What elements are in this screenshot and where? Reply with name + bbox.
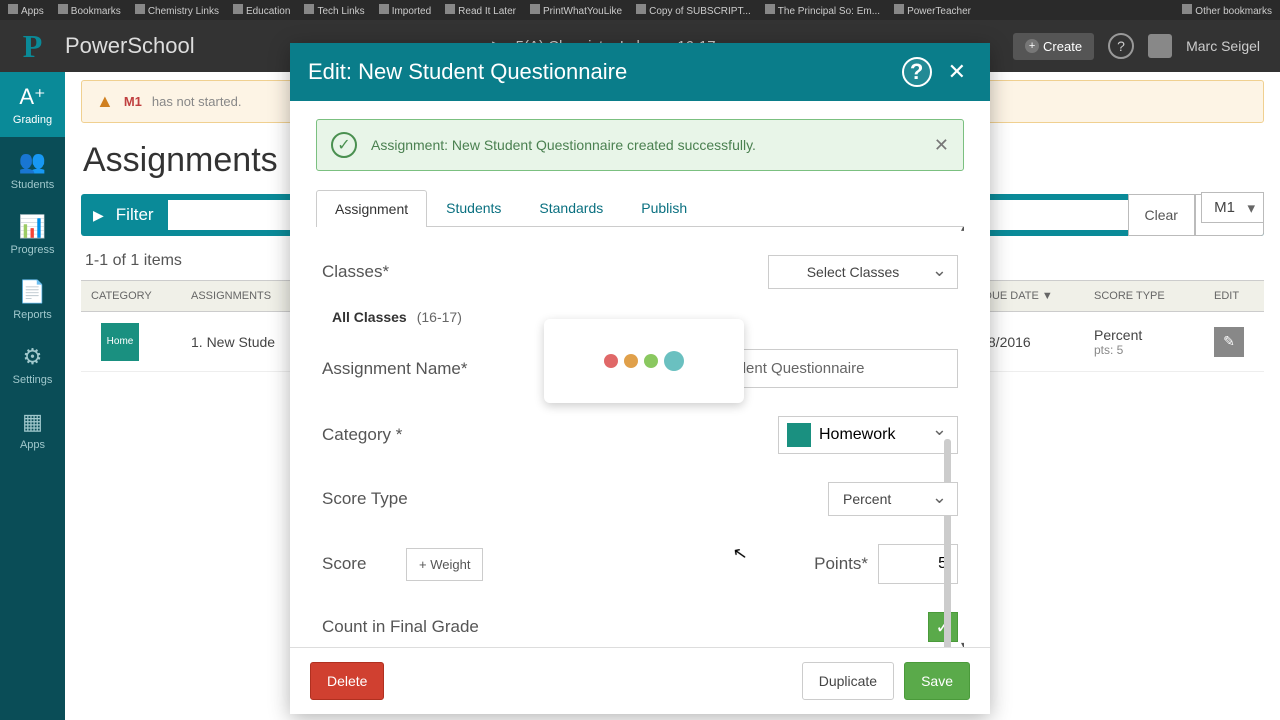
bm-other[interactable]: Other bookmarks (1182, 4, 1272, 17)
category-label: Category * (316, 425, 626, 445)
check-icon: ✓ (331, 132, 357, 158)
modal-header: Edit: New Student Questionnaire ? ✕ (290, 43, 990, 101)
grade-icon: A⁺ (19, 84, 45, 110)
warning-icon: ▲ (96, 91, 114, 112)
sidebar: A⁺Grading 👥Students 📊Progress 📄Reports ⚙… (0, 72, 65, 720)
bm[interactable]: Bookmarks (58, 4, 121, 17)
brand-name: PowerSchool (65, 33, 195, 59)
user-name[interactable]: Marc Seigel (1186, 38, 1260, 54)
form-scroll[interactable]: ▴ ▾ Classes* Select Classes All Classes(… (316, 227, 964, 647)
score-type-dropdown[interactable]: Percent (828, 482, 958, 516)
bm-apps[interactable]: Apps (8, 4, 44, 17)
success-banner: ✓ Assignment: New Student Questionnaire … (316, 119, 964, 171)
bm[interactable]: PowerTeacher (894, 4, 971, 17)
dot-icon (664, 351, 684, 371)
col-edit: EDIT (1204, 290, 1264, 302)
delete-button[interactable]: Delete (310, 662, 384, 700)
edit-modal: Edit: New Student Questionnaire ? ✕ ✓ As… (290, 43, 990, 714)
count-final-label: Count in Final Grade (316, 617, 626, 637)
save-button[interactable]: Save (904, 662, 970, 700)
bm[interactable]: Tech Links (304, 4, 364, 17)
add-weight-button[interactable]: + Weight (406, 548, 483, 581)
due-date: /8/2016 (974, 334, 1084, 350)
success-text: Assignment: New Student Questionnaire cr… (371, 137, 920, 153)
sidebar-item-apps[interactable]: ▦Apps (0, 397, 65, 462)
clear-button[interactable]: Clear (1128, 194, 1195, 236)
apps-icon: ▦ (22, 409, 43, 435)
gear-icon: ⚙ (23, 344, 43, 370)
bm[interactable]: Imported (379, 4, 431, 17)
tab-assignment[interactable]: Assignment (316, 190, 427, 227)
tab-standards[interactable]: Standards (520, 189, 622, 226)
dismiss-icon[interactable]: ✕ (934, 135, 949, 156)
bookmark-bar: Apps Bookmarks Chemistry Links Education… (0, 0, 1280, 20)
col-score[interactable]: SCORE TYPE (1084, 290, 1204, 302)
modal-title: Edit: New Student Questionnaire (308, 59, 902, 85)
sidebar-item-grading[interactable]: A⁺Grading (0, 72, 65, 137)
alert-code: M1 (124, 94, 142, 109)
filter-label: Filter (116, 205, 168, 225)
sidebar-item-students[interactable]: 👥Students (0, 137, 65, 202)
select-classes-dropdown[interactable]: Select Classes (768, 255, 958, 289)
bm[interactable]: The Principal So: Em... (765, 4, 880, 17)
user-avatar-icon[interactable] (1148, 34, 1172, 58)
score-label: Score (316, 554, 406, 574)
category-dropdown[interactable]: Homework (778, 416, 958, 454)
category-badge: Home (101, 323, 139, 361)
logo[interactable]: P (0, 28, 65, 65)
bm[interactable]: PrintWhatYouLike (530, 4, 622, 17)
sidebar-item-progress[interactable]: 📊Progress (0, 202, 65, 267)
help-icon[interactable]: ? (1108, 33, 1134, 59)
category-swatch (787, 423, 811, 447)
bm[interactable]: Read It Later (445, 4, 516, 17)
bm[interactable]: Education (233, 4, 290, 17)
scroll-down-icon[interactable]: ▾ (961, 640, 964, 647)
create-button[interactable]: +Create (1013, 33, 1094, 60)
tab-students[interactable]: Students (427, 189, 520, 226)
duplicate-button[interactable]: Duplicate (802, 662, 894, 700)
filter-expand-icon[interactable]: ▶ (81, 207, 116, 224)
modal-tabs: Assignment Students Standards Publish (316, 189, 964, 227)
progress-icon: 📊 (19, 214, 46, 240)
bm[interactable]: Chemistry Links (135, 4, 219, 17)
bm[interactable]: Copy of SUBSCRIPT... (636, 4, 751, 17)
score-type-label: Score Type (316, 489, 626, 509)
points-label: Points* (814, 554, 868, 574)
score-type: Percentpts: 5 (1084, 327, 1204, 357)
modal-help-icon[interactable]: ? (902, 57, 932, 87)
scrollbar[interactable] (944, 439, 951, 647)
sidebar-item-reports[interactable]: 📄Reports (0, 267, 65, 332)
scroll-up-icon[interactable]: ▴ (961, 227, 964, 234)
classes-label: Classes* (316, 262, 626, 282)
reports-icon: 📄 (19, 279, 46, 305)
col-category[interactable]: CATEGORY (81, 290, 181, 302)
dot-icon (624, 354, 638, 368)
close-icon[interactable]: ✕ (942, 59, 972, 85)
dot-icon (604, 354, 618, 368)
dot-icon (644, 354, 658, 368)
alert-text: has not started. (152, 94, 242, 109)
col-due[interactable]: DUE DATE ▼ (974, 290, 1084, 302)
count-final-checkbox[interactable]: ✓ (928, 612, 958, 642)
term-dropdown[interactable]: M1 (1201, 192, 1264, 223)
loading-indicator (544, 319, 744, 403)
tab-publish[interactable]: Publish (622, 189, 706, 226)
modal-footer: Delete Duplicate Save (290, 647, 990, 714)
students-icon: 👥 (19, 149, 46, 175)
sidebar-item-settings[interactable]: ⚙Settings (0, 332, 65, 397)
edit-icon[interactable]: ✎ (1214, 327, 1244, 357)
